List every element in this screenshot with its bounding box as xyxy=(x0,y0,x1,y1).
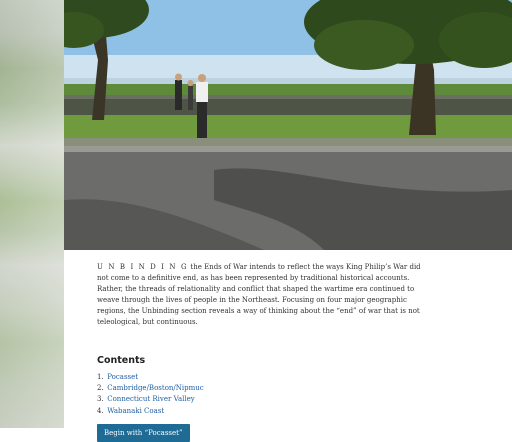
begin-pocasset-button[interactable]: Begin with “Pocasset” xyxy=(97,423,190,442)
landscape-photo xyxy=(64,0,512,250)
contents-link-wabanaki-coast[interactable]: Wabanaki Coast xyxy=(107,407,164,415)
intro-body: the Ends of War intends to reflect the w… xyxy=(97,263,421,326)
decorative-side-image xyxy=(0,0,64,428)
list-item-number: 4. xyxy=(97,406,104,415)
intro-paragraph: U N B I N D I N G the Ends of War intend… xyxy=(97,262,427,328)
list-item: 1. Pocasset xyxy=(97,372,427,383)
contents-link-pocasset[interactable]: Pocasset xyxy=(107,373,138,381)
contents-link-cambridge-boston-nipmuc[interactable]: Cambridge/Boston/Nipmuc xyxy=(107,384,203,392)
contents-link-connecticut-river-valley[interactable]: Connecticut River Valley xyxy=(107,395,195,403)
list-item: 3. Connecticut River Valley xyxy=(97,394,427,405)
list-item-number: 1. xyxy=(97,373,104,381)
contents-heading: Contents xyxy=(97,355,146,366)
list-item: 4. Wabanaki Coast xyxy=(97,406,427,417)
list-item: 2. Cambridge/Boston/Nipmuc xyxy=(97,383,427,394)
article-body: U N B I N D I N G the Ends of War intend… xyxy=(97,262,427,442)
list-item-number: 3. xyxy=(97,395,104,404)
list-item-number: 2. xyxy=(97,384,104,393)
intro-lead-smallcaps: U N B I N D I N G xyxy=(97,263,189,271)
contents-list: 1. Pocasset 2. Cambridge/Boston/Nipmuc 3… xyxy=(97,372,427,417)
hero-photo xyxy=(64,0,512,250)
